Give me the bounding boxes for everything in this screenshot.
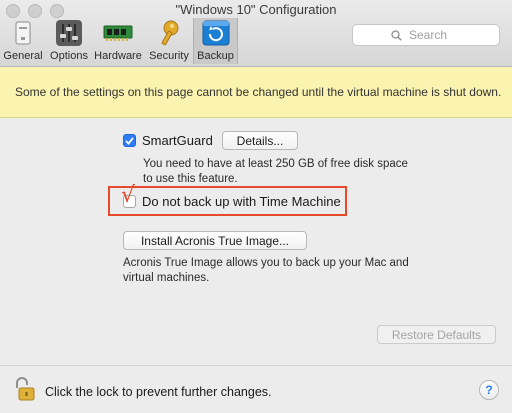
tab-general-label: General <box>3 50 43 62</box>
restore-defaults-button[interactable]: Restore Defaults <box>377 325 496 344</box>
general-icon <box>8 18 38 48</box>
smartguard-description-line-2: to use this feature. <box>143 173 238 185</box>
hardware-chip-icon <box>103 18 133 48</box>
lock-icon[interactable] <box>12 376 36 402</box>
window-title: "Windows 10" Configuration <box>175 2 337 17</box>
search-icon <box>391 29 402 41</box>
tab-options[interactable]: Options <box>47 18 91 64</box>
smartguard-details-button[interactable]: Details... <box>222 131 298 150</box>
smartguard-description: You need to have at least 250 GB of free… <box>143 157 408 187</box>
tab-backup[interactable]: Backup <box>193 18 238 64</box>
smartguard-description-line-1: You need to have at least 250 GB of free… <box>143 158 408 170</box>
footer-divider <box>0 365 512 366</box>
warning-banner-text: Some of the settings on this page cannot… <box>15 85 502 99</box>
tab-hardware[interactable]: Hardware <box>93 18 143 64</box>
smartguard-checkbox[interactable] <box>123 134 136 147</box>
search-input[interactable] <box>407 27 461 43</box>
install-acronis-button[interactable]: Install Acronis True Image... <box>123 231 307 250</box>
tab-hardware-label: Hardware <box>94 50 142 62</box>
acronis-description-line-1: Acronis True Image allows you to back up… <box>123 257 409 269</box>
checkmark-icon <box>125 136 134 145</box>
lock-instruction-text: Click the lock to prevent further change… <box>45 385 272 399</box>
key-icon <box>154 18 184 48</box>
smartguard-label: SmartGuard <box>142 133 213 148</box>
backup-icon <box>201 18 231 48</box>
warning-banner: Some of the settings on this page cannot… <box>0 67 512 118</box>
tab-security-label: Security <box>149 50 189 62</box>
time-machine-row: Do not back up with Time Machine <box>123 194 341 209</box>
tab-options-label: Options <box>50 50 88 62</box>
title-bar: "Windows 10" Configuration General Optio… <box>0 0 512 67</box>
acronis-description: Acronis True Image allows you to back up… <box>123 256 409 286</box>
options-sliders-icon <box>54 18 84 48</box>
acronis-description-line-2: virtual machines. <box>123 272 210 284</box>
smartguard-row: SmartGuard <box>123 133 213 148</box>
tab-backup-label: Backup <box>197 50 234 62</box>
tab-general[interactable]: General <box>2 18 44 64</box>
help-button[interactable]: ? <box>479 380 499 400</box>
tab-security[interactable]: Security <box>147 18 191 64</box>
annotation-check-mark: √ <box>121 183 136 208</box>
time-machine-label: Do not back up with Time Machine <box>142 194 341 209</box>
search-field[interactable] <box>352 24 500 46</box>
